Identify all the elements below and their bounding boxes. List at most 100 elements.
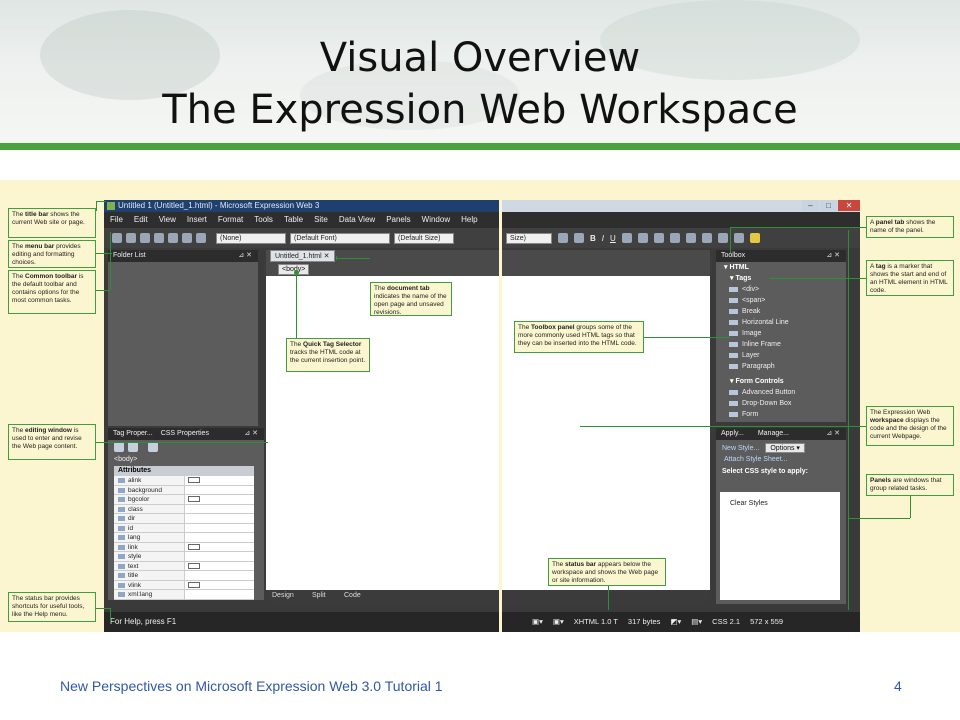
outdent-icon[interactable] [717, 233, 728, 243]
attribute-row[interactable]: background [114, 485, 254, 495]
style-dropdown[interactable]: (None) [216, 232, 286, 244]
options-button[interactable]: Options ▾ [765, 443, 805, 453]
attribute-row[interactable]: style [114, 552, 254, 562]
menu-panels[interactable]: Panels [386, 212, 410, 228]
toolbox-item[interactable]: Layer [716, 350, 846, 361]
color-swatch[interactable] [188, 562, 200, 569]
indent-icon[interactable] [701, 233, 712, 243]
toolbox-item[interactable]: Form [716, 409, 846, 420]
clear-styles-item[interactable]: Clear Styles [720, 492, 840, 515]
toolbox-item[interactable]: <div> [716, 284, 846, 295]
pin-close-icon[interactable]: ⊿ ✕ [244, 428, 258, 440]
menu-tools[interactable]: Tools [254, 212, 273, 228]
attribute-row[interactable]: lang [114, 533, 254, 543]
attribute-value[interactable] [184, 580, 254, 590]
new-page-icon[interactable] [112, 233, 122, 243]
panel-tab-folder-list[interactable]: Folder List ⊿ ✕ [108, 250, 258, 262]
size-dropdown[interactable]: (Default Size) [394, 232, 454, 244]
attach-style-sheet-link[interactable]: Attach Style Sheet... [716, 456, 846, 463]
numbered-list-icon[interactable] [669, 233, 680, 243]
align-right-icon[interactable] [653, 233, 664, 243]
attribute-row[interactable]: title [114, 571, 254, 581]
attribute-value[interactable] [184, 571, 254, 581]
attribute-value[interactable] [184, 514, 254, 524]
menu-insert[interactable]: Insert [187, 212, 207, 228]
menu-data-view[interactable]: Data View [339, 212, 375, 228]
menu-view[interactable]: View [159, 212, 176, 228]
menu-help[interactable]: Help [461, 212, 477, 228]
attribute-row[interactable]: link [114, 542, 254, 552]
pin-close-icon[interactable]: ⊿ ✕ [826, 250, 840, 262]
tab-manage-styles[interactable]: Manage... [758, 428, 789, 440]
attribute-value[interactable] [184, 552, 254, 562]
attribute-value[interactable] [184, 485, 254, 495]
sort-icon[interactable] [128, 442, 138, 452]
attribute-value[interactable] [184, 542, 254, 552]
status-doctype[interactable]: XHTML 1.0 T [574, 612, 618, 632]
menu-format[interactable]: Format [218, 212, 243, 228]
toolbox-form-group[interactable]: ▾ Form Controls [716, 376, 846, 387]
align-left-icon[interactable] [621, 233, 632, 243]
new-style-link[interactable]: New Style... [722, 445, 759, 452]
save-icon[interactable] [140, 233, 150, 243]
status-icon-3[interactable]: ◩▾ [670, 612, 681, 632]
attribute-value[interactable] [184, 495, 254, 505]
menu-site[interactable]: Site [314, 212, 328, 228]
tab-design[interactable]: Design [272, 590, 294, 602]
tab-code[interactable]: Code [344, 590, 361, 602]
status-icon-2[interactable]: ▣▾ [553, 612, 564, 632]
attribute-value[interactable] [184, 476, 254, 486]
menu-window[interactable]: Window [422, 212, 450, 228]
redo-icon[interactable] [574, 233, 584, 243]
tab-css-properties[interactable]: CSS Properties [161, 428, 209, 440]
menu-table[interactable]: Table [284, 212, 303, 228]
panel-tab-toolbox[interactable]: Toolbox ⊿ ✕ [716, 250, 846, 262]
attribute-row[interactable]: vlink [114, 580, 254, 590]
underline-button[interactable]: U [610, 234, 616, 243]
menu-edit[interactable]: Edit [134, 212, 148, 228]
attribute-value[interactable] [184, 533, 254, 543]
close-icon[interactable]: ✕ [838, 200, 860, 211]
minimize-icon[interactable]: – [802, 200, 819, 211]
tab-split[interactable]: Split [312, 590, 326, 602]
attribute-row[interactable]: class [114, 504, 254, 514]
open-icon[interactable] [126, 233, 136, 243]
attribute-value[interactable] [184, 504, 254, 514]
color-swatch[interactable] [188, 477, 200, 483]
pin-close-icon[interactable]: ⊿ ✕ [238, 250, 252, 262]
toolbox-html-group[interactable]: ▾ HTML [716, 262, 846, 273]
bold-button[interactable]: B [590, 234, 596, 243]
color-swatch[interactable] [188, 581, 200, 588]
attribute-value[interactable] [184, 561, 254, 571]
close-tab-icon[interactable]: ✕ [324, 253, 330, 260]
undo-icon[interactable] [558, 233, 568, 243]
attribute-row[interactable]: id [114, 523, 254, 533]
toolbox-item[interactable]: Inline Frame [716, 339, 846, 350]
color-swatch[interactable] [188, 543, 200, 550]
toolbox-item[interactable]: <span> [716, 295, 846, 306]
tab-apply-styles[interactable]: Apply... [721, 428, 744, 440]
font-dropdown[interactable]: (Default Font) [290, 232, 390, 244]
italic-button[interactable]: I [602, 234, 604, 243]
categorized-icon[interactable] [114, 442, 124, 452]
pin-close-icon[interactable]: ⊿ ✕ [826, 428, 840, 440]
insert-table-icon[interactable] [196, 233, 206, 243]
bullet-list-icon[interactable] [685, 233, 696, 243]
tab-tag-properties[interactable]: Tag Proper... [113, 428, 153, 440]
highlight-icon[interactable] [749, 233, 760, 243]
align-center-icon[interactable] [637, 233, 648, 243]
status-page-dimensions[interactable]: 572 x 559 [750, 612, 783, 632]
document-tab[interactable]: Untitled_1.html ✕ [270, 250, 335, 262]
toolbox-item[interactable]: Break [716, 306, 846, 317]
attribute-row[interactable]: alink [114, 476, 254, 486]
attribute-row[interactable]: xml:lang [114, 590, 254, 600]
status-css-level[interactable]: CSS 2.1 [712, 612, 740, 632]
status-icon-4[interactable]: ▤▾ [691, 612, 702, 632]
toolbox-item[interactable]: Image [716, 328, 846, 339]
publish-icon[interactable] [154, 233, 164, 243]
toolbox-item[interactable]: Paragraph [716, 361, 846, 372]
color-swatch[interactable] [188, 496, 200, 502]
toolbox-item[interactable]: Horizontal Line [716, 317, 846, 328]
toolbox-item[interactable]: Advanced Button [716, 387, 846, 398]
attribute-value[interactable] [184, 523, 254, 533]
